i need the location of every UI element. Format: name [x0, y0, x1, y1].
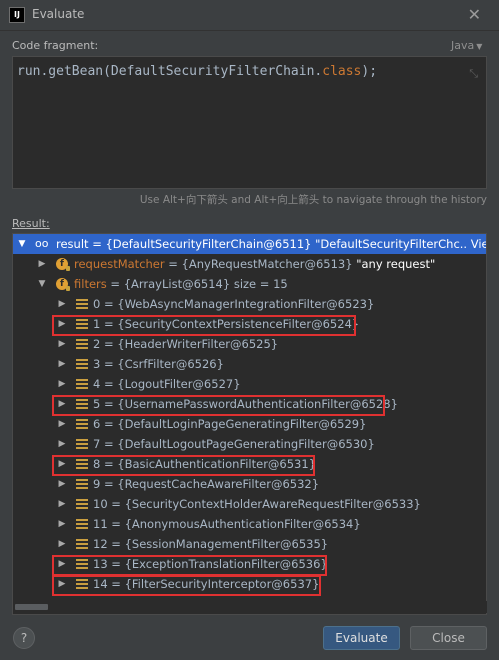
filters-value: = {ArrayList@6514} size = 15	[106, 277, 288, 291]
list-item-icon	[76, 339, 88, 349]
result-value: = {DefaultSecurityFilterChain@6511} "Def…	[88, 237, 487, 251]
tree-row-filter-item[interactable]: ▶ 6 = {DefaultLoginPageGeneratingFilter@6…	[13, 414, 486, 434]
field-icon: f	[56, 278, 70, 291]
chevron-right-icon[interactable]: ▶	[57, 434, 67, 454]
chevron-right-icon[interactable]: ▶	[57, 354, 67, 374]
result-name: result	[56, 237, 89, 251]
code-fragment-label: Code fragment:	[12, 39, 99, 52]
language-label: Java	[451, 39, 475, 52]
list-item-icon	[76, 439, 88, 449]
filter-item-label: 0 = {WebAsyncManagerIntegrationFilter@65…	[93, 297, 375, 311]
filters-name: filters	[74, 277, 107, 291]
filter-item-label: 3 = {CsrfFilter@6526}	[93, 357, 224, 371]
tree-row-filter-item[interactable]: ▶ 2 = {HeaderWriterFilter@6525}	[13, 334, 486, 354]
chevron-right-icon[interactable]: ▶	[37, 254, 47, 274]
tree-row-request-matcher[interactable]: ▶ f requestMatcher = {AnyRequestMatcher@…	[13, 254, 486, 274]
list-item-icon	[76, 519, 88, 529]
highlight-box	[52, 315, 356, 336]
tree-row-filters[interactable]: ▼ f filters = {ArrayList@6514} size = 15	[13, 274, 486, 294]
tree-row-filter-item[interactable]: ▶ 10 = {SecurityContextHolderAwareRequest…	[13, 494, 486, 514]
chevron-down-icon[interactable]: ▼	[17, 234, 27, 254]
result-label: Result:	[12, 217, 50, 230]
watch-glasses-icon: oo	[35, 237, 49, 250]
list-item-icon	[76, 499, 88, 509]
filter-item-label: 11 = {AnonymousAuthenticationFilter@6534…	[93, 517, 361, 531]
request-matcher-name: requestMatcher	[74, 257, 165, 271]
list-item-icon	[76, 479, 88, 489]
filter-item-label: 9 = {RequestCacheAwareFilter@6532}	[93, 477, 320, 491]
code-editor[interactable]: run.getBean(DefaultSecurityFilterChain.c…	[12, 56, 487, 189]
tree-row-filter-item[interactable]: ▶ 0 = {WebAsyncManagerIntegrationFilter@6…	[13, 294, 486, 314]
tree-row-filter-item[interactable]: ▶ 11 = {AnonymousAuthenticationFilter@653…	[13, 514, 486, 534]
chevron-right-icon[interactable]: ▶	[57, 534, 67, 554]
filter-item-label: 12 = {SessionManagementFilter@6535}	[93, 537, 329, 551]
expand-editor-icon[interactable]: ⤡	[469, 67, 478, 81]
language-selector[interactable]: Java ▼	[451, 39, 482, 52]
chevron-down-icon[interactable]: ▼	[37, 274, 47, 294]
highlight-box	[52, 395, 385, 416]
list-item-icon	[76, 299, 88, 309]
chevron-right-icon[interactable]: ▶	[57, 334, 67, 354]
title-bar: IJ Evaluate ✕	[0, 0, 499, 31]
filter-item-label: 2 = {HeaderWriterFilter@6525}	[93, 337, 279, 351]
scrollbar-thumb[interactable]	[15, 604, 48, 610]
intellij-icon: IJ	[9, 7, 25, 23]
history-hint: Use Alt+向下箭头 and Alt+向上箭头 to navigate th…	[139, 194, 487, 206]
close-button[interactable]: Close	[410, 626, 487, 650]
chevron-right-icon[interactable]: ▶	[57, 414, 67, 434]
filter-item-label: 6 = {DefaultLoginPageGeneratingFilter@65…	[93, 417, 367, 431]
result-tree[interactable]: ▼ oo result = {DefaultSecurityFilterChai…	[12, 233, 487, 615]
request-matcher-value: = {AnyRequestMatcher@6513}	[164, 257, 357, 271]
filter-item-label: 4 = {LogoutFilter@6527}	[93, 377, 241, 391]
chevron-right-icon[interactable]: ▶	[57, 294, 67, 314]
highlight-box	[52, 455, 315, 476]
chevron-down-icon: ▼	[476, 42, 483, 51]
evaluate-button[interactable]: Evaluate	[323, 626, 400, 650]
tree-row-filter-item[interactable]: ▶ 9 = {RequestCacheAwareFilter@6532}	[13, 474, 486, 494]
list-item-icon	[76, 419, 88, 429]
field-icon: f	[56, 258, 70, 271]
chevron-right-icon[interactable]: ▶	[57, 514, 67, 534]
filter-item-label: 10 = {SecurityContextHolderAwareRequestF…	[93, 497, 421, 511]
highlight-box	[52, 555, 327, 576]
tree-row-filter-item[interactable]: ▶ 3 = {CsrfFilter@6526}	[13, 354, 486, 374]
tree-row-result[interactable]: ▼ oo result = {DefaultSecurityFilterChai…	[13, 234, 487, 254]
tree-row-filter-item[interactable]: ▶ 7 = {DefaultLogoutPageGeneratingFilter@…	[13, 434, 486, 454]
filter-item-label: 7 = {DefaultLogoutPageGeneratingFilter@6…	[93, 437, 375, 451]
tree-row-filter-item[interactable]: ▶ 4 = {LogoutFilter@6527}	[13, 374, 486, 394]
list-item-icon	[76, 539, 88, 549]
request-matcher-string: "any request"	[356, 257, 436, 271]
tree-row-filter-item[interactable]: ▶ 12 = {SessionManagementFilter@6535}	[13, 534, 486, 554]
highlight-box	[52, 575, 321, 596]
chevron-right-icon[interactable]: ▶	[57, 494, 67, 514]
chevron-right-icon[interactable]: ▶	[57, 374, 67, 394]
list-item-icon	[76, 379, 88, 389]
code-text[interactable]: run.getBean(DefaultSecurityFilterChain.c…	[17, 64, 377, 79]
list-item-icon	[76, 359, 88, 369]
help-button[interactable]: ?	[13, 627, 35, 649]
window-title: Evaluate	[32, 7, 85, 21]
horizontal-scrollbar[interactable]	[13, 601, 487, 613]
close-icon[interactable]: ✕	[468, 5, 481, 24]
chevron-right-icon[interactable]: ▶	[57, 474, 67, 494]
